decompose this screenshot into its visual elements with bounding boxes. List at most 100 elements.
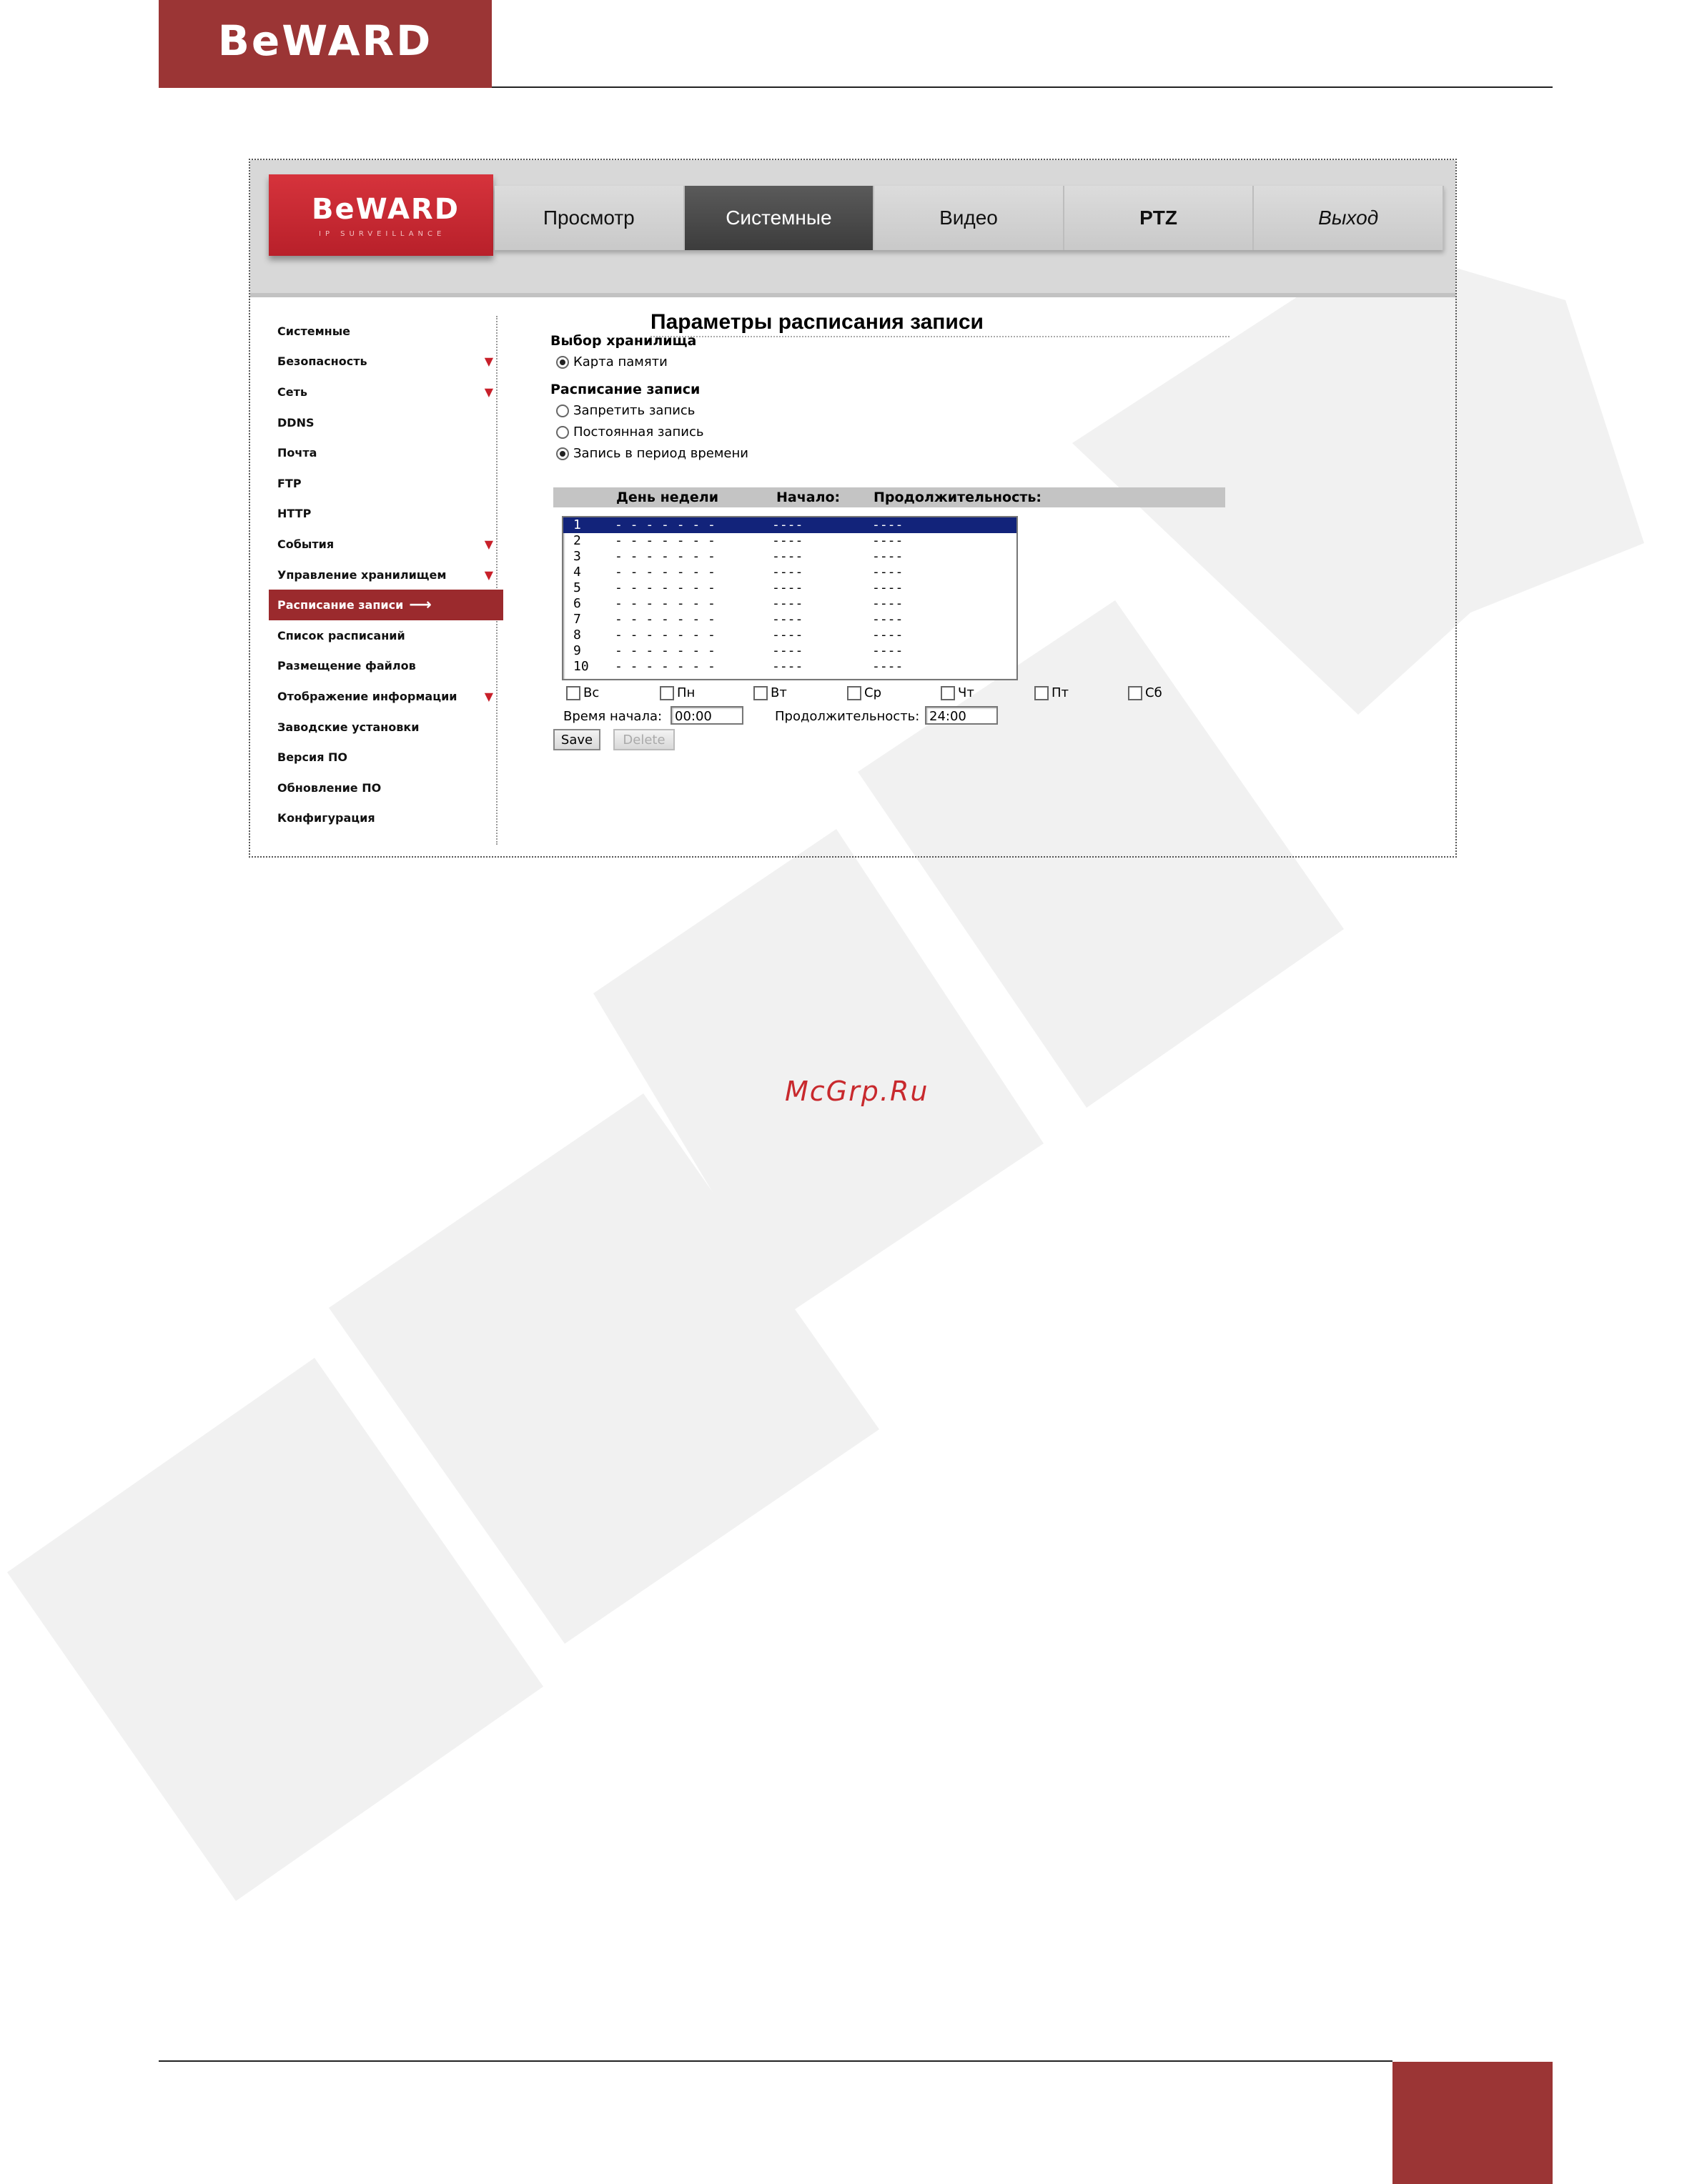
- list-item[interactable]: 6 - - - - - - - ---- ----: [563, 596, 1016, 612]
- weekday-checkboxes: Вс Пн Вт Ср Чт Пт Сб: [566, 685, 1209, 704]
- list-item[interactable]: 8 - - - - - - - ---- ----: [563, 627, 1016, 643]
- camera-web-ui: BeWARD IP SURVEILLANCE Просмотр Системны…: [249, 159, 1457, 858]
- main-nav: Просмотр Системные Видео PTZ Выход: [495, 186, 1444, 250]
- list-item[interactable]: 5 - - - - - - - ---- ----: [563, 580, 1016, 596]
- list-item[interactable]: 7 - - - - - - - ---- ----: [563, 612, 1016, 627]
- sidebar-item[interactable]: Обновление ПО: [269, 773, 496, 803]
- checkbox-icon[interactable]: [566, 685, 580, 700]
- weekday-checkbox[interactable]: Сб: [1128, 685, 1162, 700]
- doc-brand-text: BeWARD: [217, 16, 433, 65]
- sidebar-item[interactable]: Размещение файлов: [269, 651, 496, 682]
- list-cell-dur: ----: [872, 533, 904, 548]
- sidebar-item[interactable]: DDNS: [269, 407, 496, 438]
- weekday-checkbox[interactable]: Пн: [660, 685, 695, 700]
- sidebar-item[interactable]: Заводские установки: [269, 712, 496, 743]
- list-cell-start: ----: [772, 565, 803, 580]
- duration-label: Продолжительность:: [775, 709, 920, 724]
- checkbox-icon[interactable]: [1128, 685, 1142, 700]
- weekday-checkbox[interactable]: Вс: [566, 685, 599, 700]
- schedule-list[interactable]: 1- - - - - - - ---- ---- 2- - - - - - - ----…: [562, 516, 1018, 680]
- sidebar-item-label: Отображение информации: [277, 689, 457, 703]
- nav-video[interactable]: Видео: [874, 186, 1064, 250]
- schedule-option-period[interactable]: Запись в период времени: [556, 446, 748, 461]
- radio-icon[interactable]: [556, 404, 569, 417]
- sidebar-item-label: HTTP: [277, 507, 312, 521]
- weekday-label: Ср: [864, 685, 881, 700]
- weekday-checkbox[interactable]: Пт: [1034, 685, 1069, 700]
- storage-option-sdcard[interactable]: Карта памяти: [556, 354, 668, 369]
- sidebar-item[interactable]: Почта: [269, 437, 496, 468]
- sidebar-item[interactable]: Конфигурация: [269, 803, 496, 834]
- expand-arrow-icon[interactable]: ▼: [485, 568, 493, 582]
- list-item[interactable]: 3 - - - - - - - ---- ----: [563, 549, 1016, 565]
- expand-arrow-icon[interactable]: ▼: [485, 690, 493, 703]
- nav-exit[interactable]: Выход: [1254, 186, 1444, 250]
- nav-ptz[interactable]: PTZ: [1064, 186, 1255, 250]
- expand-arrow-icon[interactable]: ▼: [485, 537, 493, 551]
- doc-brand-logo: BeWARD: [159, 0, 492, 88]
- list-cell-start: ----: [772, 549, 803, 564]
- main-content: Параметры расписания записи Выбор хранил…: [550, 310, 1230, 839]
- list-cell-dur: ----: [872, 659, 904, 674]
- schedule-option-always[interactable]: Постоянная запись: [556, 425, 703, 440]
- sidebar-item[interactable]: FTP: [269, 468, 496, 499]
- arrow-right-icon: ⟶: [409, 596, 432, 615]
- expand-arrow-icon[interactable]: ▼: [485, 354, 493, 368]
- sidebar-item-label: Управление хранилищем: [277, 567, 447, 582]
- list-cell-num: 10: [573, 659, 589, 674]
- weekday-checkbox[interactable]: Ср: [847, 685, 881, 700]
- sidebar-item-label: Почта: [277, 446, 317, 460]
- checkbox-icon[interactable]: [753, 685, 768, 700]
- list-cell-days: - - - - - - -: [615, 517, 716, 532]
- col-duration: Продолжительность:: [874, 490, 1042, 505]
- nav-system[interactable]: Системные: [684, 186, 875, 250]
- checkbox-icon[interactable]: [660, 685, 674, 700]
- sidebar-item[interactable]: Расписание записи ⟶: [269, 590, 503, 620]
- radio-icon[interactable]: [556, 355, 569, 369]
- page-title: Параметры расписания записи: [650, 310, 1230, 337]
- list-item[interactable]: 10 - - - - - - - ---- ----: [563, 659, 1016, 675]
- duration-input[interactable]: 24:00: [925, 706, 998, 725]
- start-time-label: Время начала:: [563, 709, 663, 724]
- ui-logo-text: BeWARD: [312, 193, 460, 226]
- sidebar-item[interactable]: Отображение информации ▼: [269, 681, 496, 712]
- list-item[interactable]: 2 - - - - - - - ---- ----: [563, 533, 1016, 549]
- sidebar-item[interactable]: Версия ПО: [269, 742, 496, 773]
- weekday-checkbox[interactable]: Чт: [941, 685, 974, 700]
- sidebar-item[interactable]: HTTP: [269, 499, 496, 530]
- nav-view[interactable]: Просмотр: [495, 186, 685, 250]
- delete-button[interactable]: Delete: [613, 729, 675, 750]
- list-cell-num: 6: [573, 596, 581, 611]
- schedule-option-disable[interactable]: Запретить запись: [556, 403, 695, 418]
- sidebar-item-label: Версия ПО: [277, 750, 348, 765]
- list-item[interactable]: 9 - - - - - - - ---- ----: [563, 643, 1016, 659]
- list-cell-num: 5: [573, 580, 581, 595]
- save-button[interactable]: Save: [553, 729, 600, 750]
- storage-section-title: Выбор хранилища: [550, 333, 697, 349]
- list-item[interactable]: 1 - - - - - - - ---- ----: [563, 517, 1016, 533]
- checkbox-icon[interactable]: [1034, 685, 1049, 700]
- checkbox-icon[interactable]: [847, 685, 861, 700]
- list-cell-start: ----: [772, 643, 803, 658]
- sidebar-item[interactable]: Безопасность ▼: [269, 347, 496, 377]
- expand-arrow-icon[interactable]: ▼: [485, 385, 493, 399]
- checkbox-icon[interactable]: [941, 685, 955, 700]
- list-cell-start: ----: [772, 627, 803, 642]
- sidebar-item-label: События: [277, 537, 335, 551]
- list-cell-dur: ----: [872, 627, 904, 642]
- start-time-input[interactable]: 00:00: [671, 706, 743, 725]
- weekday-checkbox[interactable]: Вт: [753, 685, 787, 700]
- sidebar-item[interactable]: Список расписаний: [269, 620, 496, 651]
- radio-icon[interactable]: [556, 447, 569, 460]
- sidebar-item[interactable]: Управление хранилищем ▼: [269, 560, 496, 590]
- list-item[interactable]: 4 - - - - - - - ---- ----: [563, 565, 1016, 580]
- sidebar-item[interactable]: Системные: [269, 316, 496, 347]
- sidebar-item[interactable]: События ▼: [269, 529, 496, 560]
- list-cell-num: 9: [573, 643, 581, 658]
- schedule-table-header: День недели Начало: Продолжительность:: [553, 487, 1225, 507]
- sidebar-item[interactable]: Сеть ▼: [269, 377, 496, 407]
- list-cell-dur: ----: [872, 596, 904, 611]
- list-cell-days: - - - - - - -: [615, 659, 716, 674]
- sidebar-item-label: Конфигурация: [277, 811, 375, 825]
- radio-icon[interactable]: [556, 425, 569, 439]
